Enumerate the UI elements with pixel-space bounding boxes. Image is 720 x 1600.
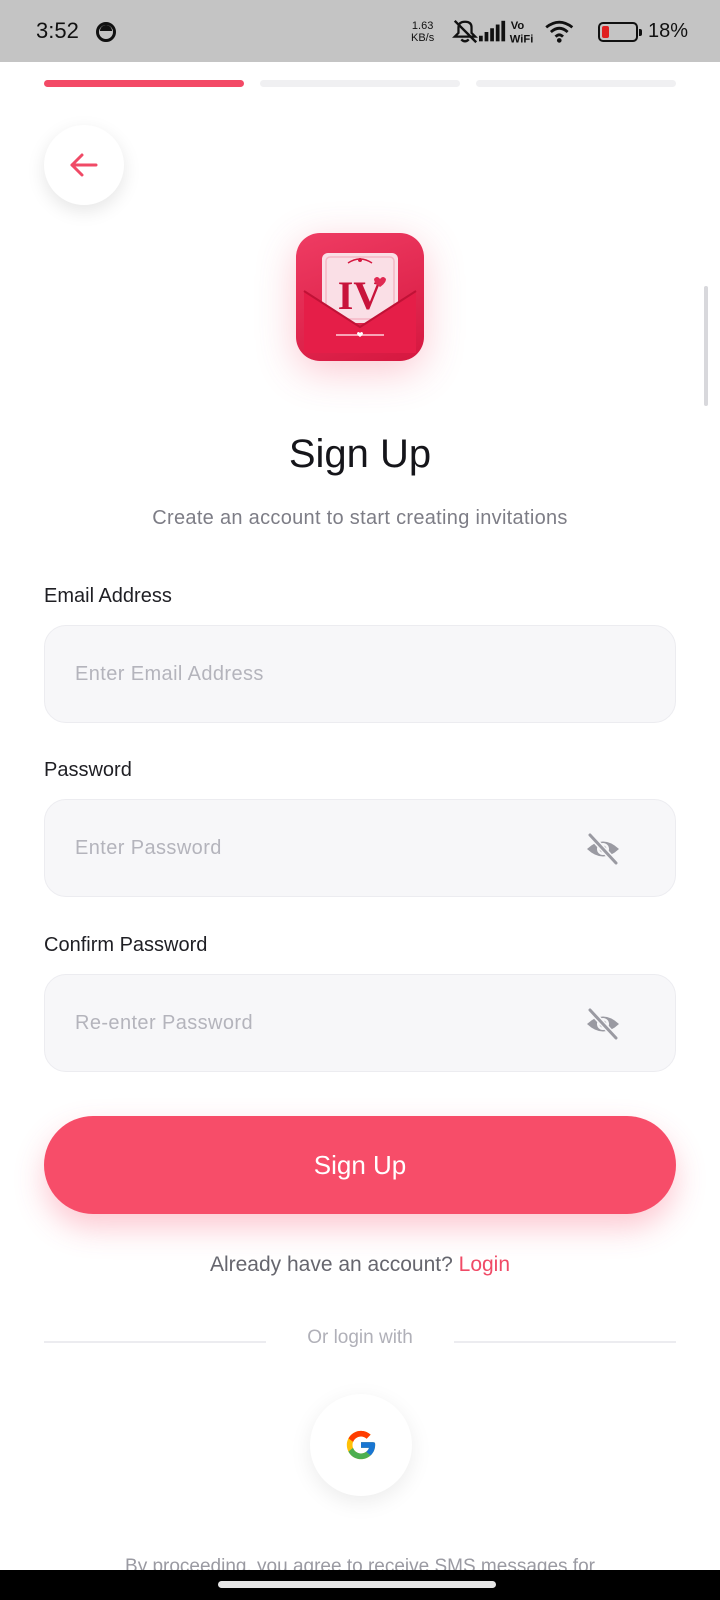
password-input[interactable]	[75, 800, 555, 896]
vowifi-bottom-label: WiFi	[510, 33, 534, 45]
social-login-divider: Or login with	[44, 1327, 676, 1357]
battery-icon	[598, 22, 642, 42]
status-icons: Vo WiFi	[452, 19, 574, 45]
eye-off-icon[interactable]	[585, 831, 621, 867]
page-title: Sign Up	[288, 432, 432, 476]
confirm-password-input[interactable]	[75, 975, 555, 1071]
status-bar: 3:52 1.63 KB/s Vo WiFi 18%	[0, 0, 720, 62]
status-time: 3:52	[36, 18, 79, 43]
scrollbar[interactable]	[704, 286, 708, 406]
google-icon	[346, 1430, 376, 1460]
page-subtitle: Create an account to start creating invi…	[152, 507, 568, 529]
password-field-container	[44, 799, 676, 897]
step-segment-3	[476, 80, 676, 87]
signal-icon	[479, 20, 506, 42]
invitation-envelope-logo: IV	[303, 253, 417, 353]
login-link[interactable]: Login	[459, 1253, 510, 1276]
login-prompt: Already have an account? Login	[0, 1253, 720, 1277]
step-segment-2	[260, 80, 460, 87]
wifi-icon	[545, 20, 574, 43]
password-label: Password	[44, 759, 132, 781]
confirm-password-label: Confirm Password	[44, 934, 208, 956]
step-segment-1	[44, 80, 244, 87]
back-button[interactable]	[44, 125, 124, 205]
confirm-password-field-container	[44, 974, 676, 1072]
divider-line-right	[454, 1341, 676, 1343]
network-speed-unit: KB/s	[411, 32, 435, 44]
divider-text: Or login with	[307, 1327, 413, 1348]
step-progress	[44, 80, 676, 87]
network-speed: 1.63 KB/s	[411, 20, 434, 44]
arrow-left-icon	[70, 153, 98, 177]
email-label: Email Address	[44, 585, 172, 607]
google-login-button[interactable]	[310, 1394, 412, 1496]
system-nav-bar	[0, 1570, 720, 1600]
home-gesture-handle[interactable]	[218, 1581, 496, 1588]
app-logo: IV	[296, 233, 424, 361]
network-speed-value: 1.63	[411, 20, 434, 32]
eye-off-icon[interactable]	[585, 1006, 621, 1042]
email-input[interactable]	[75, 626, 555, 722]
mute-bell-icon	[452, 19, 478, 44]
notification-face-icon	[96, 22, 116, 42]
battery-percent: 18%	[648, 20, 689, 42]
login-prompt-text: Already have an account?	[209, 1253, 453, 1276]
email-field-container	[44, 625, 676, 723]
vowifi-top-label: Vo	[511, 20, 525, 32]
sign-up-button[interactable]: Sign Up	[44, 1116, 676, 1214]
